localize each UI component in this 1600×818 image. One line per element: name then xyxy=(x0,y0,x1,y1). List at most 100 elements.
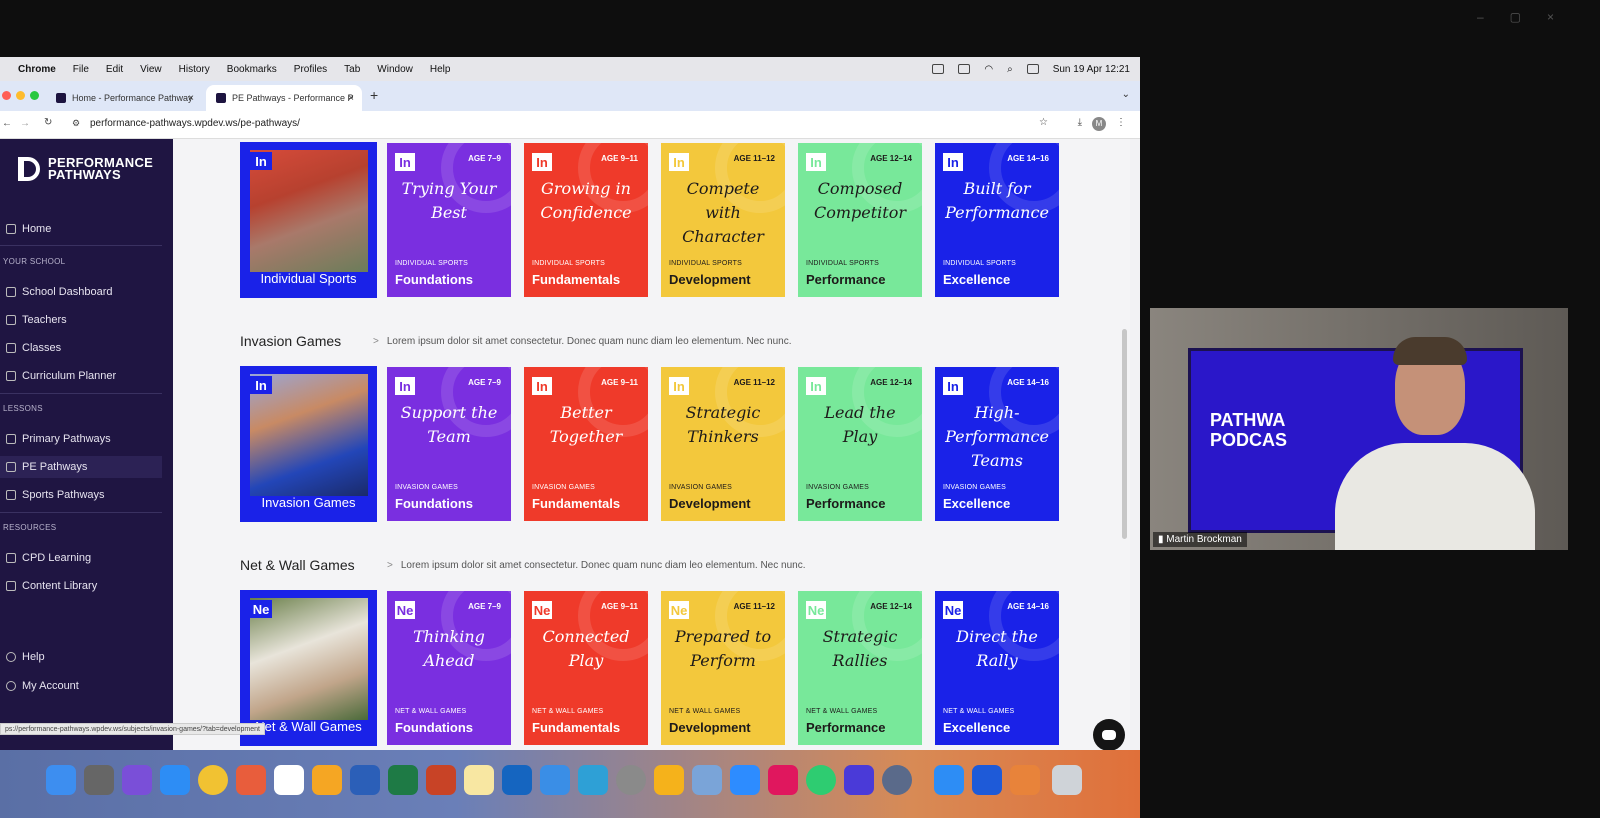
quicktime-icon[interactable] xyxy=(882,765,912,795)
photos-icon[interactable] xyxy=(312,765,342,795)
menu-history[interactable]: History xyxy=(179,64,210,75)
tab-home[interactable]: Home - Performance Pathway × xyxy=(46,85,202,111)
pathway-card[interactable]: Ne AGE 7–9 Thinking Ahead NET & WALL GAMES Fo… xyxy=(387,591,511,745)
tab-search-icon[interactable]: ⌄ xyxy=(1122,89,1130,100)
safari-icon[interactable] xyxy=(160,765,190,795)
office-icon[interactable] xyxy=(1010,765,1040,795)
excel-icon[interactable] xyxy=(388,765,418,795)
search-icon[interactable]: ⌕ xyxy=(1007,64,1013,75)
sidebar-item-home[interactable]: Home xyxy=(0,218,173,240)
participant-figure xyxy=(1335,333,1535,550)
status-icon[interactable] xyxy=(932,64,945,74)
sidebar-item-pe-pathways[interactable]: PE Pathways xyxy=(0,456,162,478)
sidebar-item-primary-pathways[interactable]: Primary Pathways xyxy=(0,428,173,450)
chat-button[interactable] xyxy=(1093,719,1125,751)
menu-help[interactable]: Help xyxy=(430,64,451,75)
siri-icon[interactable] xyxy=(122,765,152,795)
menu-edit[interactable]: Edit xyxy=(106,64,123,75)
keynote-icon[interactable] xyxy=(540,765,570,795)
address-bar[interactable]: performance-pathways.wpdev.ws/pe-pathway… xyxy=(90,118,300,129)
settings-icon[interactable] xyxy=(616,765,646,795)
pathway-card[interactable]: In AGE 12–14 Composed Competitor INDIVIDUAL … xyxy=(798,143,922,297)
pencil-app-icon[interactable] xyxy=(654,765,684,795)
bookmark-star-icon[interactable]: ☆ xyxy=(1039,117,1048,128)
pathway-card[interactable]: In AGE 14–16 High- Performance Teams INVASION… xyxy=(935,367,1059,521)
notes-icon[interactable] xyxy=(464,765,494,795)
indesign-icon[interactable] xyxy=(768,765,798,795)
minimize-window-icon[interactable] xyxy=(16,91,25,100)
cloud-app-icon[interactable] xyxy=(972,765,1002,795)
whatsapp-icon[interactable] xyxy=(806,765,836,795)
menu-tab[interactable]: Tab xyxy=(344,64,360,75)
sidebar-item-label: Curriculum Planner xyxy=(22,370,117,382)
menu-bookmarks[interactable]: Bookmarks xyxy=(227,64,277,75)
reload-icon[interactable]: ↻ xyxy=(44,117,52,128)
zoom-window-icon[interactable] xyxy=(30,91,39,100)
trash-icon[interactable] xyxy=(1052,765,1082,795)
powerpoint-icon[interactable] xyxy=(426,765,456,795)
close-tab-icon[interactable]: × xyxy=(348,93,354,104)
divider xyxy=(0,245,162,246)
pathway-card[interactable]: In AGE 9–11 Better Together INVASION GAMES Fu… xyxy=(524,367,648,521)
freeform-icon[interactable] xyxy=(578,765,608,795)
pathway-card[interactable]: In AGE 7–9 Trying Your Best INDIVIDUAL SPORT… xyxy=(387,143,511,297)
logo[interactable]: PERFORMANCE PATHWAYS xyxy=(18,156,153,181)
menu-profiles[interactable]: Profiles xyxy=(294,64,327,75)
sidebar-item-teachers[interactable]: Teachers xyxy=(0,309,173,331)
screenshot-icon[interactable] xyxy=(84,765,114,795)
launchpad-icon[interactable] xyxy=(236,765,266,795)
menu-app[interactable]: Chrome xyxy=(18,64,56,75)
finder-icon[interactable] xyxy=(46,765,76,795)
pathway-card[interactable]: Ne AGE 11–12 Prepared to Perform NET & WALL … xyxy=(661,591,785,745)
new-tab-icon[interactable]: + xyxy=(370,87,378,103)
imovie-icon[interactable] xyxy=(844,765,874,795)
word-icon[interactable] xyxy=(350,765,380,795)
sidebar-item-classes[interactable]: Classes xyxy=(0,337,173,359)
pathway-card[interactable]: Ne AGE 12–14 Strategic Rallies NET & WALL GA… xyxy=(798,591,922,745)
menu-file[interactable]: File xyxy=(73,64,89,75)
category-photo-card[interactable]: In Invasion Games xyxy=(240,366,377,522)
zoom-icon[interactable] xyxy=(730,765,760,795)
pathway-card[interactable]: Ne AGE 14–16 Direct the Rally NET & WALL GAM… xyxy=(935,591,1059,745)
close-tab-icon[interactable]: × xyxy=(188,93,194,104)
pathway-card[interactable]: Ne AGE 9–11 Connected Play NET & WALL GAMES F… xyxy=(524,591,648,745)
sidebar-item-curriculum-planner[interactable]: Curriculum Planner xyxy=(0,365,173,387)
pathway-card[interactable]: In AGE 11–12 Compete with Character INDIVIDUA… xyxy=(661,143,785,297)
pathway-card[interactable]: In AGE 12–14 Lead the Play INVASION GAMES Per… xyxy=(798,367,922,521)
sidebar-item-school-dashboard[interactable]: School Dashboard xyxy=(0,281,173,303)
video-call-tile[interactable]: PATHWA PODCAS ▮ Martin Brockman xyxy=(1150,308,1568,550)
sidebar-item-content-library[interactable]: Content Library xyxy=(0,575,173,597)
sidebar-item-cpd-learning[interactable]: CPD Learning xyxy=(0,547,173,569)
back-icon[interactable]: ← xyxy=(2,118,12,129)
wifi-icon[interactable]: ◠ xyxy=(984,64,993,75)
card-category: INVASION GAMES xyxy=(669,484,732,491)
scrollbar[interactable] xyxy=(1122,329,1127,539)
app-store-icon[interactable] xyxy=(934,765,964,795)
pathway-card[interactable]: In AGE 11–12 Strategic Thinkers INVASION GAM… xyxy=(661,367,785,521)
menu-kebab-icon[interactable]: ⋮ xyxy=(1116,117,1126,128)
download-icon[interactable]: ⤓ xyxy=(1078,117,1082,128)
outlook-icon[interactable] xyxy=(502,765,532,795)
chrome-icon[interactable] xyxy=(198,765,228,795)
tab-pe-pathways[interactable]: PE Pathways - Performance P × xyxy=(206,85,362,111)
pathway-card[interactable]: In AGE 7–9 Support the Team INVASION GAMES Fo… xyxy=(387,367,511,521)
window-controls[interactable]: –▢× xyxy=(1477,10,1580,24)
clock[interactable]: Sun 19 Apr 12:21 xyxy=(1053,64,1130,75)
sidebar-item-sports-pathways[interactable]: Sports Pathways xyxy=(0,484,173,506)
close-window-icon[interactable] xyxy=(2,91,11,100)
sidebar-item-my-account[interactable]: My Account xyxy=(0,675,173,697)
menu-view[interactable]: View xyxy=(140,64,162,75)
category-photo-card[interactable]: In Individual Sports xyxy=(240,142,377,298)
profile-avatar[interactable]: M xyxy=(1092,117,1106,131)
pathway-card[interactable]: In AGE 9–11 Growing in Confidence INDIVIDUAL… xyxy=(524,143,648,297)
site-info-icon[interactable]: ⚙ xyxy=(72,118,80,129)
forward-icon[interactable]: → xyxy=(20,118,30,129)
battery-icon[interactable] xyxy=(958,64,971,74)
sidebar-item-help[interactable]: Help xyxy=(0,646,173,668)
menu-window[interactable]: Window xyxy=(377,64,413,75)
preview-icon[interactable] xyxy=(692,765,722,795)
pathway-card[interactable]: In AGE 14–16 Built for Performance INDIVIDUA… xyxy=(935,143,1059,297)
teacher-icon xyxy=(6,315,16,325)
calendar-icon[interactable] xyxy=(274,765,304,795)
control-center-icon[interactable] xyxy=(1026,64,1039,74)
